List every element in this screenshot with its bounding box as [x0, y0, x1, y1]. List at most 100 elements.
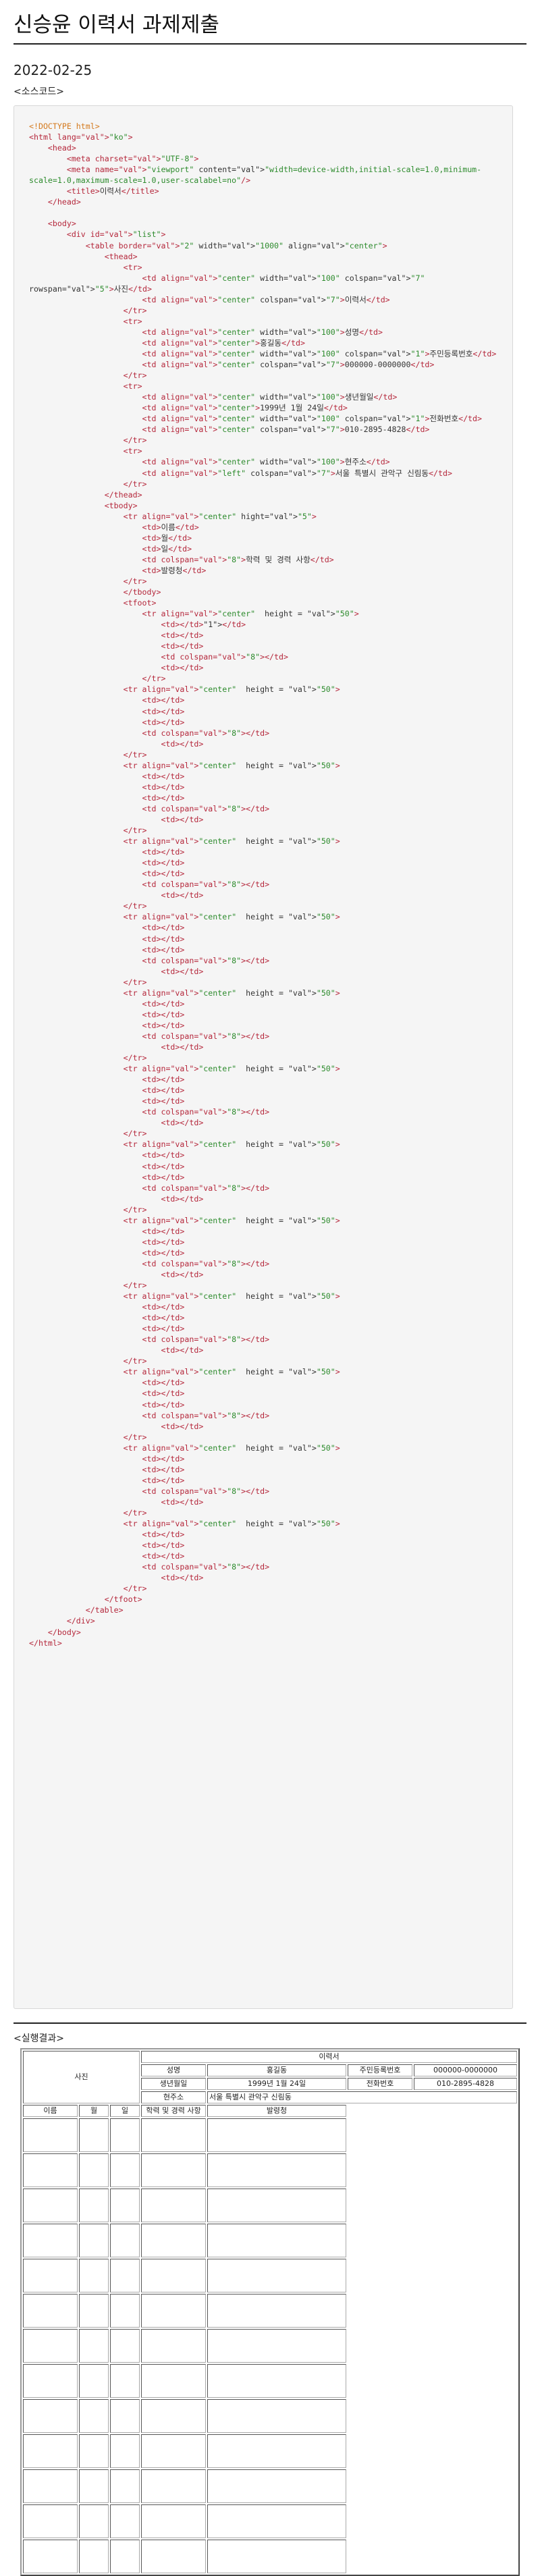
source-code-block: <!DOCTYPE html> <html lang="val">"ko"> <… — [14, 105, 513, 2009]
result-label: <실행결과> — [14, 2033, 64, 2044]
table-cell — [207, 2364, 346, 2398]
table-cell — [23, 2329, 78, 2363]
table-cell — [23, 2294, 78, 2328]
table-cell — [79, 2540, 109, 2573]
table-row — [23, 2469, 517, 2503]
resume-heading: 이력서 — [141, 2051, 517, 2063]
table-cell — [23, 2364, 78, 2398]
table-row — [23, 2540, 517, 2573]
table-cell — [79, 2504, 109, 2538]
table-cell — [110, 2434, 140, 2468]
table-row — [23, 2364, 517, 2398]
table-cell — [79, 2189, 109, 2222]
table-cell — [110, 2259, 140, 2292]
table-cell — [141, 2294, 206, 2328]
table-cell — [23, 2540, 78, 2573]
phone-label: 전화번호 — [348, 2078, 412, 2090]
table-row — [23, 2224, 517, 2257]
history-column-header: 일 — [110, 2105, 140, 2117]
table-cell — [141, 2329, 206, 2363]
table-cell — [110, 2364, 140, 2398]
page-header: 신승윤 이력서 과제제출 2022-02-25 <소스코드> — [14, 0, 526, 100]
address-label: 현주소 — [141, 2091, 206, 2103]
table-cell — [207, 2329, 346, 2363]
table-cell — [23, 2259, 78, 2292]
table-cell — [23, 2469, 78, 2503]
table-cell — [23, 2504, 78, 2538]
phone-value: 010-2895-4828 — [414, 2078, 517, 2090]
table-cell — [79, 2469, 109, 2503]
table-cell — [23, 2399, 78, 2433]
name-label: 성명 — [141, 2064, 206, 2076]
table-cell — [141, 2364, 206, 2398]
table-cell — [207, 2504, 346, 2538]
address-value: 서울 특별시 관악구 신림동 — [207, 2091, 517, 2103]
table-cell — [79, 2224, 109, 2257]
table-cell — [79, 2153, 109, 2187]
table-cell — [207, 2540, 346, 2573]
table-cell — [141, 2399, 206, 2433]
table-cell — [79, 2118, 109, 2152]
table-cell — [23, 2153, 78, 2187]
table-row — [23, 2153, 517, 2187]
resume-footer — [23, 2118, 517, 2573]
table-cell — [110, 2294, 140, 2328]
table-cell — [207, 2399, 346, 2433]
table-row — [23, 2399, 517, 2433]
history-header-row: 이름 월 일 학력 및 경력 사항 발령청 — [23, 2105, 517, 2117]
photo-cell: 사진 — [23, 2051, 140, 2103]
table-cell — [110, 2469, 140, 2503]
table-cell — [79, 2399, 109, 2433]
rrn-label: 주민등록번호 — [348, 2064, 412, 2076]
table-row — [23, 2189, 517, 2222]
table-row — [23, 2329, 517, 2363]
table-cell — [110, 2189, 140, 2222]
table-cell — [207, 2294, 346, 2328]
table-cell — [23, 2224, 78, 2257]
rendered-result: 사진 이력서 성명 홍길동 주민등록번호 000000-0000000 생년월일… — [20, 2048, 520, 2576]
table-cell — [79, 2364, 109, 2398]
table-cell — [23, 2189, 78, 2222]
table-cell — [141, 2224, 206, 2257]
source-code-label: <소스코드> — [14, 86, 64, 97]
rrn-value: 000000-0000000 — [414, 2064, 517, 2076]
table-cell — [79, 2434, 109, 2468]
name-value: 홍길동 — [207, 2064, 346, 2076]
table-cell — [110, 2540, 140, 2573]
table-cell — [207, 2224, 346, 2257]
resume-body: 이름 월 일 학력 및 경력 사항 발령청 — [23, 2105, 517, 2117]
page-title: 신승윤 이력서 과제제출 — [14, 13, 219, 37]
birth-label: 생년월일 — [141, 2078, 206, 2090]
history-column-header: 학력 및 경력 사항 — [141, 2105, 206, 2117]
table-row — [23, 2259, 517, 2292]
table-cell — [23, 2118, 78, 2152]
table-row — [23, 2504, 517, 2538]
table-cell — [110, 2224, 140, 2257]
table-row — [23, 2118, 517, 2152]
section-divider — [14, 2022, 526, 2024]
submission-date: 2022-02-25 — [14, 62, 92, 78]
table-row — [23, 2294, 517, 2328]
history-column-header: 월 — [79, 2105, 109, 2117]
table-cell — [141, 2504, 206, 2538]
table-cell — [207, 2118, 346, 2152]
table-cell — [207, 2153, 346, 2187]
table-cell — [79, 2329, 109, 2363]
table-cell — [141, 2540, 206, 2573]
table-row — [23, 2434, 517, 2468]
birth-value: 1999년 1월 24일 — [207, 2078, 346, 2090]
table-cell — [110, 2153, 140, 2187]
table-cell — [141, 2153, 206, 2187]
table-cell — [110, 2329, 140, 2363]
resume-table: 사진 이력서 성명 홍길동 주민등록번호 000000-0000000 생년월일… — [20, 2048, 520, 2576]
table-cell — [110, 2118, 140, 2152]
table-cell — [141, 2259, 206, 2292]
table-cell — [141, 2189, 206, 2222]
table-cell — [110, 2399, 140, 2433]
table-cell — [207, 2434, 346, 2468]
history-column-header: 발령청 — [207, 2105, 346, 2117]
table-cell — [207, 2259, 346, 2292]
title-divider — [14, 43, 526, 45]
table-cell — [207, 2469, 346, 2503]
table-cell — [141, 2469, 206, 2503]
